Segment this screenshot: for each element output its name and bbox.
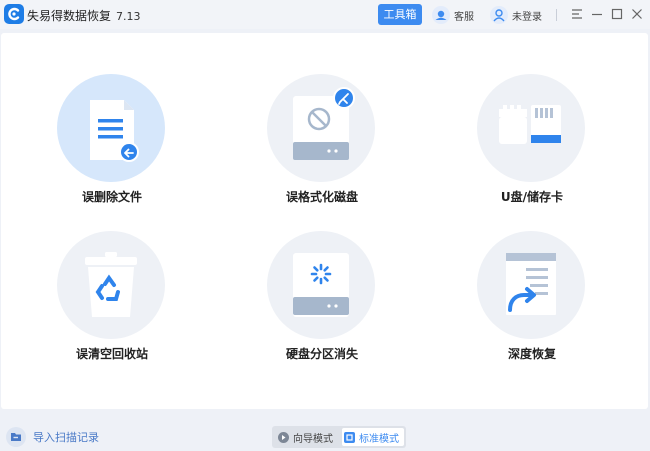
tile-label: U盘/储存卡 (500, 190, 564, 204)
folder-import-icon (6, 427, 26, 447)
maximize-icon (611, 8, 623, 20)
usb-card-icon (477, 74, 585, 182)
toolbox-button[interactable]: 工具箱 (378, 4, 422, 25)
headset-icon (432, 6, 450, 24)
app-logo-icon (4, 4, 24, 24)
mode-switch: 向导模式 标准模式 (272, 426, 406, 448)
menu-button[interactable] (568, 5, 586, 23)
standard-mode-tab[interactable]: 标准模式 (342, 428, 404, 446)
recovery-option-usb-card[interactable]: U盘/储存卡 (462, 74, 602, 224)
formatted-disk-icon (267, 74, 375, 182)
guide-mode-label: 向导模式 (293, 433, 333, 445)
recovery-option-recycle-bin[interactable]: 误清空回收站 (42, 231, 182, 381)
tile-label: 深度恢复 (507, 347, 556, 361)
maximize-button[interactable] (608, 5, 626, 23)
customer-service-button[interactable]: 客服 (432, 5, 474, 25)
recovery-option-lost-partition[interactable]: 硬盘分区消失 (252, 231, 392, 381)
tile-label: 硬盘分区消失 (285, 347, 358, 361)
close-icon (632, 9, 642, 19)
standard-mode-icon (344, 431, 355, 443)
app-title: 失易得数据恢复 7.13 (27, 7, 141, 24)
recycle-bin-icon (57, 231, 165, 339)
login-label: 未登录 (512, 11, 542, 23)
import-label: 导入扫描记录 (33, 431, 99, 444)
user-avatar-icon (490, 6, 508, 24)
titlebar-divider (556, 9, 557, 21)
standard-mode-label: 标准模式 (359, 433, 399, 445)
service-label: 客服 (454, 11, 474, 23)
close-button[interactable] (628, 5, 646, 23)
tile-label: 误删除文件 (81, 190, 142, 204)
guide-mode-icon (278, 431, 289, 443)
minimize-button[interactable] (588, 5, 606, 23)
title-bar: 失易得数据恢复 7.13 工具箱 客服 未登录 (0, 0, 650, 29)
guide-mode-tab[interactable]: 向导模式 (276, 428, 340, 446)
recovery-option-deleted-files[interactable]: 误删除文件 (42, 74, 182, 224)
app-name: 失易得数据恢复 (27, 9, 112, 23)
recovery-option-formatted-disk[interactable]: 误格式化磁盘 (252, 74, 392, 224)
deep-recovery-icon (477, 231, 585, 339)
recovery-option-deep-recovery[interactable]: 深度恢复 (462, 231, 602, 381)
lost-partition-icon (267, 231, 375, 339)
app-version: 7.13 (116, 10, 141, 23)
minimize-icon (592, 13, 602, 16)
import-scan-record-button[interactable]: 导入扫描记录 (6, 427, 99, 447)
menu-icon (572, 9, 582, 19)
tile-label: 误格式化磁盘 (285, 190, 358, 204)
tile-label: 误清空回收站 (75, 347, 148, 361)
login-button[interactable]: 未登录 (490, 5, 542, 25)
recovery-options-panel: 误删除文件 误格式化磁盘 U盘/储存卡 误清空回收站 硬盘分区消失 深度恢复 (1, 33, 648, 409)
deleted-file-icon (57, 74, 165, 182)
